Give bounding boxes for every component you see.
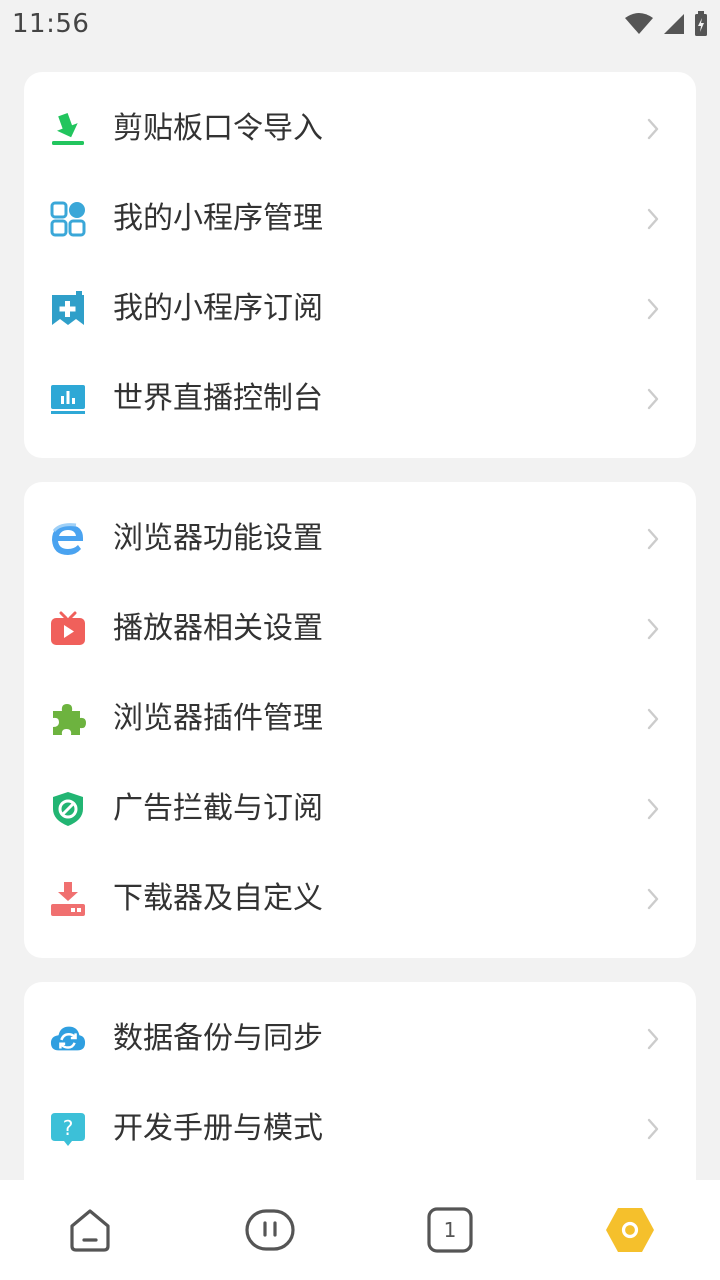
row-browser-settings[interactable]: 浏览器功能设置 xyxy=(24,494,696,584)
chevron-right-icon xyxy=(647,388,659,410)
pause-bubble-icon xyxy=(245,1209,295,1251)
status-icons xyxy=(624,11,708,37)
row-player-settings[interactable]: 播放器相关设置 xyxy=(24,584,696,674)
row-plugin-manage[interactable]: 浏览器插件管理 xyxy=(24,674,696,764)
bookmark-plus-icon xyxy=(50,291,86,327)
grid-apps-icon xyxy=(50,201,86,237)
cloud-sync-icon xyxy=(50,1021,86,1057)
chevron-right-icon xyxy=(647,888,659,910)
browser-e-icon xyxy=(50,521,86,557)
row-label: 播放器相关设置 xyxy=(113,611,323,646)
chevron-right-icon xyxy=(647,1118,659,1140)
chevron-right-icon xyxy=(647,208,659,230)
row-miniapp-subscribe[interactable]: 我的小程序订阅 xyxy=(24,264,696,354)
wifi-icon xyxy=(625,13,653,34)
row-label: 开发手册与模式 xyxy=(113,1111,323,1146)
chevron-right-icon xyxy=(647,1028,659,1050)
settings-hexagon-icon xyxy=(606,1208,654,1252)
help-question-icon: ? xyxy=(50,1111,86,1147)
row-label: 数据备份与同步 xyxy=(113,1021,323,1056)
shield-block-icon xyxy=(50,791,86,827)
row-live-console[interactable]: 世界直播控制台 xyxy=(24,354,696,444)
puzzle-piece-icon xyxy=(50,701,86,737)
settings-card-tools: 剪贴板口令导入 我的小程序管理 我的小程序订阅 世界直播控制台 xyxy=(24,72,696,458)
row-label: 浏览器功能设置 xyxy=(113,521,323,556)
row-dev-manual[interactable]: ? 开发手册与模式 xyxy=(24,1084,696,1174)
tv-play-icon xyxy=(50,611,86,647)
row-label: 广告拦截与订阅 xyxy=(113,791,323,826)
chevron-right-icon xyxy=(647,618,659,640)
chevron-right-icon xyxy=(647,798,659,820)
status-bar: 11:56 xyxy=(0,0,720,48)
settings-card-browser: 浏览器功能设置 播放器相关设置 浏览器插件管理 广告拦截与订阅 下载器及自定义 xyxy=(24,482,696,958)
row-adblock[interactable]: 广告拦截与订阅 xyxy=(24,764,696,854)
import-download-icon xyxy=(50,111,86,147)
download-tray-icon xyxy=(50,881,86,917)
row-downloader[interactable]: 下载器及自定义 xyxy=(24,854,696,944)
row-label: 世界直播控制台 xyxy=(113,381,323,416)
nav-tabs-button[interactable]: 1 xyxy=(422,1202,478,1258)
row-miniapp-manage[interactable]: 我的小程序管理 xyxy=(24,174,696,264)
svg-text:?: ? xyxy=(63,1116,74,1140)
bottom-nav: 1 xyxy=(0,1180,720,1280)
row-label: 浏览器插件管理 xyxy=(113,701,323,736)
home-icon xyxy=(70,1209,110,1252)
tab-count: 1 xyxy=(443,1218,457,1242)
row-clipboard-import[interactable]: 剪贴板口令导入 xyxy=(24,84,696,174)
nav-bookmarks-button[interactable] xyxy=(242,1202,298,1258)
chevron-right-icon xyxy=(647,118,659,140)
chevron-right-icon xyxy=(647,298,659,320)
nav-home-button[interactable] xyxy=(62,1202,118,1258)
chevron-right-icon xyxy=(647,528,659,550)
monitor-chart-icon xyxy=(50,381,86,417)
status-time: 11:56 xyxy=(12,9,90,39)
battery-icon xyxy=(695,11,707,36)
nav-settings-button[interactable] xyxy=(602,1202,658,1258)
row-label: 剪贴板口令导入 xyxy=(113,111,323,146)
row-label: 下载器及自定义 xyxy=(113,881,323,916)
row-backup-sync[interactable]: 数据备份与同步 xyxy=(24,994,696,1084)
signal-icon xyxy=(664,14,684,34)
row-label: 我的小程序管理 xyxy=(113,201,323,236)
chevron-right-icon xyxy=(647,708,659,730)
row-label: 我的小程序订阅 xyxy=(113,291,323,326)
